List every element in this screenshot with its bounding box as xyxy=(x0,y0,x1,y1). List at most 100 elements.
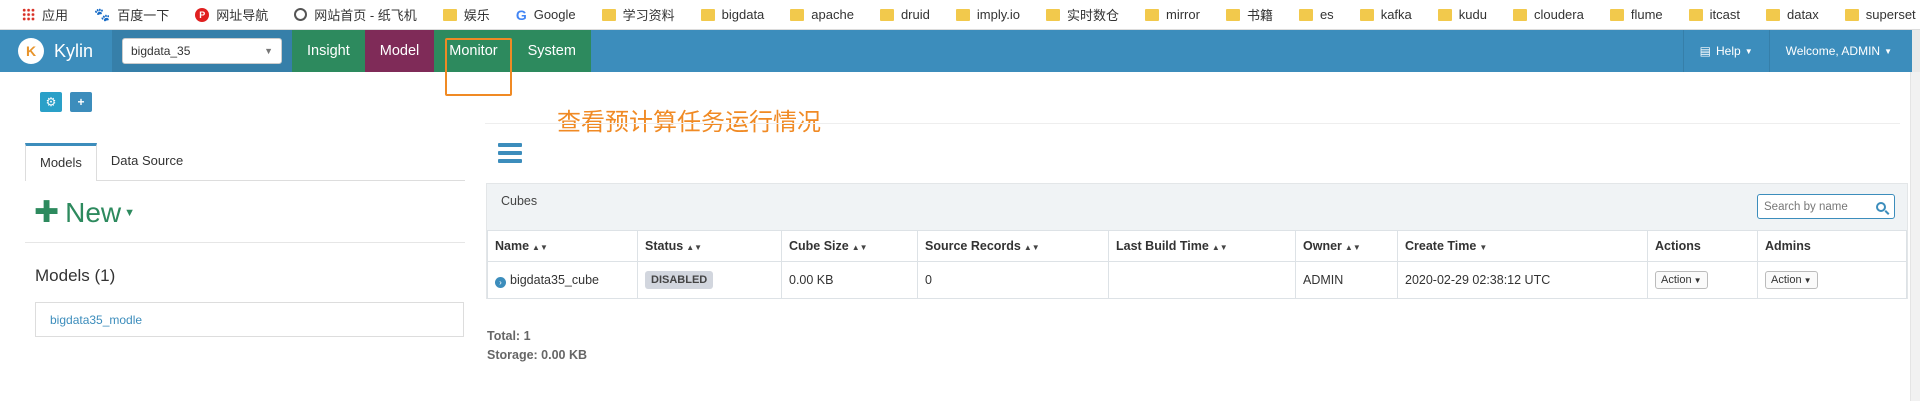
nav-tab-model[interactable]: Model xyxy=(364,30,435,72)
folder-icon xyxy=(601,8,616,21)
folder-icon xyxy=(1145,8,1159,21)
scrollbar-top xyxy=(1912,30,1920,72)
add-button[interactable]: + xyxy=(70,92,92,112)
bookmark-item[interactable]: G Google xyxy=(516,7,576,23)
total-count: Total: 1 xyxy=(487,329,531,343)
divider xyxy=(25,242,465,243)
sort-icon: ▲▼ xyxy=(1211,243,1228,252)
cubes-title: Cubes xyxy=(501,194,538,208)
help-menu[interactable]: ▤ Help ▼ xyxy=(1682,30,1769,72)
folder-icon xyxy=(1512,8,1527,21)
bookmark-item[interactable]: P 网址导航 xyxy=(195,5,268,24)
table-row: › bigdata35_cube DISABLED 0.00 KB 0 ADMIN… xyxy=(487,261,1907,299)
bookmark-item[interactable]: datax xyxy=(1765,7,1819,22)
bookmark-label: itcast xyxy=(1709,7,1740,22)
folder-icon xyxy=(879,8,894,21)
cubes-table: Name ▲▼ Status ▲▼ Cube Size ▲▼ Source Recor… xyxy=(487,230,1907,299)
bookmark-label: 实时数仓 xyxy=(1066,8,1119,23)
bookmark-item[interactable]: itcast xyxy=(1688,7,1740,22)
bookmark-item[interactable]: cloudera xyxy=(1512,7,1584,22)
nav-tab-system[interactable]: System xyxy=(512,30,591,72)
bookmark-label: 网站首页 - 纸飞机 xyxy=(314,8,417,23)
col-header-status[interactable]: Status ▲▼ xyxy=(637,230,782,262)
hamburger-menu-icon[interactable] xyxy=(498,143,522,163)
bookmark-item[interactable]: bigdata xyxy=(700,7,765,22)
cubes-panel: Cubes Name▲▼ Status▲▼ Cube Size▲▼ Source… xyxy=(486,183,1908,299)
bookmark-item[interactable]: druid xyxy=(879,7,930,22)
bookmark-label: kudu xyxy=(1458,7,1487,22)
nav-tab-insight[interactable]: Insight xyxy=(292,30,365,72)
folder-icon xyxy=(1359,8,1374,21)
scrollbar[interactable] xyxy=(1910,72,1920,401)
bookmark-item[interactable]: kafka xyxy=(1359,7,1412,22)
left-tabs: Models Data Source xyxy=(25,143,465,181)
model-list-item[interactable]: bigdata35_modle xyxy=(35,302,464,337)
bookmark-label: bigdata xyxy=(721,7,765,22)
monitor-highlight-box xyxy=(445,38,512,96)
bookmark-item[interactable]: 学习资料 xyxy=(601,5,675,24)
brand[interactable]: K Kylin xyxy=(0,30,112,72)
bookmark-label: es xyxy=(1319,7,1334,22)
bookmark-item[interactable]: 应用 xyxy=(22,5,68,24)
tab-data-source[interactable]: Data Source xyxy=(97,143,197,180)
sort-desc-icon: ▼ xyxy=(1479,243,1488,252)
folder-icon xyxy=(1298,8,1313,21)
folder-icon xyxy=(1844,8,1859,21)
bookmark-label: cloudera xyxy=(1533,7,1584,22)
search-icon[interactable] xyxy=(1876,201,1886,212)
col-header-source-records[interactable]: Source Records ▲▼ xyxy=(917,230,1109,262)
new-button[interactable]: ✚ New ▼ xyxy=(34,195,135,230)
col-header-owner[interactable]: Owner ▲▼ xyxy=(1295,230,1398,262)
col-header-create-time[interactable]: Create Time ▼ xyxy=(1397,230,1648,262)
col-header-name[interactable]: Name ▲▼ xyxy=(487,230,638,262)
share-button[interactable]: ⚙ xyxy=(40,92,62,112)
bookmark-label: 娱乐 xyxy=(463,8,490,23)
admin-action-dropdown-button[interactable]: Action ▼ xyxy=(1765,271,1818,289)
col-header-cube-size[interactable]: Cube Size ▲▼ xyxy=(781,230,918,262)
sort-icon: ▲▼ xyxy=(1023,243,1040,252)
bookmark-label: 书籍 xyxy=(1246,8,1273,23)
col-header-last-build-time[interactable]: Last Build Time ▲▼ xyxy=(1108,230,1296,262)
kylin-logo-icon: K xyxy=(18,38,44,64)
new-label: New xyxy=(65,196,122,228)
cube-search-box[interactable] xyxy=(1757,194,1895,219)
bookmark-item[interactable]: imply.io xyxy=(955,7,1020,22)
bookmark-item[interactable]: 🐾 百度一下 xyxy=(94,5,169,24)
user-menu[interactable]: Welcome, ADMIN ▼ xyxy=(1768,30,1920,72)
folder-icon xyxy=(790,8,805,21)
bookmark-item[interactable]: 书籍 xyxy=(1225,5,1273,24)
search-input[interactable] xyxy=(1764,200,1874,213)
action-dropdown-button[interactable]: Action ▼ xyxy=(1655,271,1708,289)
project-selector-wrap: bigdata_35 ▼ xyxy=(112,30,292,72)
bookmark-label: 应用 xyxy=(42,8,69,23)
bookmark-item[interactable]: es xyxy=(1298,7,1334,22)
bookmark-item[interactable]: mirror xyxy=(1145,7,1200,22)
bookmark-item[interactable]: kudu xyxy=(1437,7,1487,22)
welcome-label: Welcome, ADMIN xyxy=(1785,44,1881,58)
folder-icon xyxy=(1045,8,1060,21)
folder-icon xyxy=(1765,8,1780,21)
sort-icon: ▲▼ xyxy=(532,243,548,252)
project-select[interactable]: bigdata_35 ▼ xyxy=(122,38,282,64)
caret-down-icon: ▼ xyxy=(1884,46,1892,56)
expand-chevron-icon[interactable]: › xyxy=(495,276,506,288)
bookmark-label: datax xyxy=(1786,7,1819,22)
bookmark-item[interactable]: apache xyxy=(790,7,854,22)
folder-icon xyxy=(1437,8,1452,21)
folder-icon xyxy=(442,8,457,21)
bookmark-item[interactable]: 实时数仓 xyxy=(1045,5,1119,24)
tab-models[interactable]: Models xyxy=(25,143,97,181)
cell-status: DISABLED xyxy=(637,261,782,299)
bookmark-item[interactable]: superset xyxy=(1844,7,1916,22)
bookmark-item[interactable]: 娱乐 xyxy=(442,5,490,24)
model-name-link[interactable]: bigdata35_modle xyxy=(50,313,142,327)
google-icon: G xyxy=(515,6,527,23)
bookmark-item[interactable]: flume xyxy=(1609,7,1663,22)
bookmark-label: Google xyxy=(533,7,576,22)
caret-down-icon: ▼ xyxy=(1744,46,1753,56)
cell-name[interactable]: › bigdata35_cube xyxy=(487,261,638,299)
cell-owner: ADMIN xyxy=(1295,261,1398,299)
annotation-text: 查看预计算任务运行情况 xyxy=(557,108,821,136)
bookmark-item[interactable]: 网站首页 - 纸飞机 xyxy=(294,5,417,24)
sort-icon: ▲▼ xyxy=(1344,243,1361,252)
